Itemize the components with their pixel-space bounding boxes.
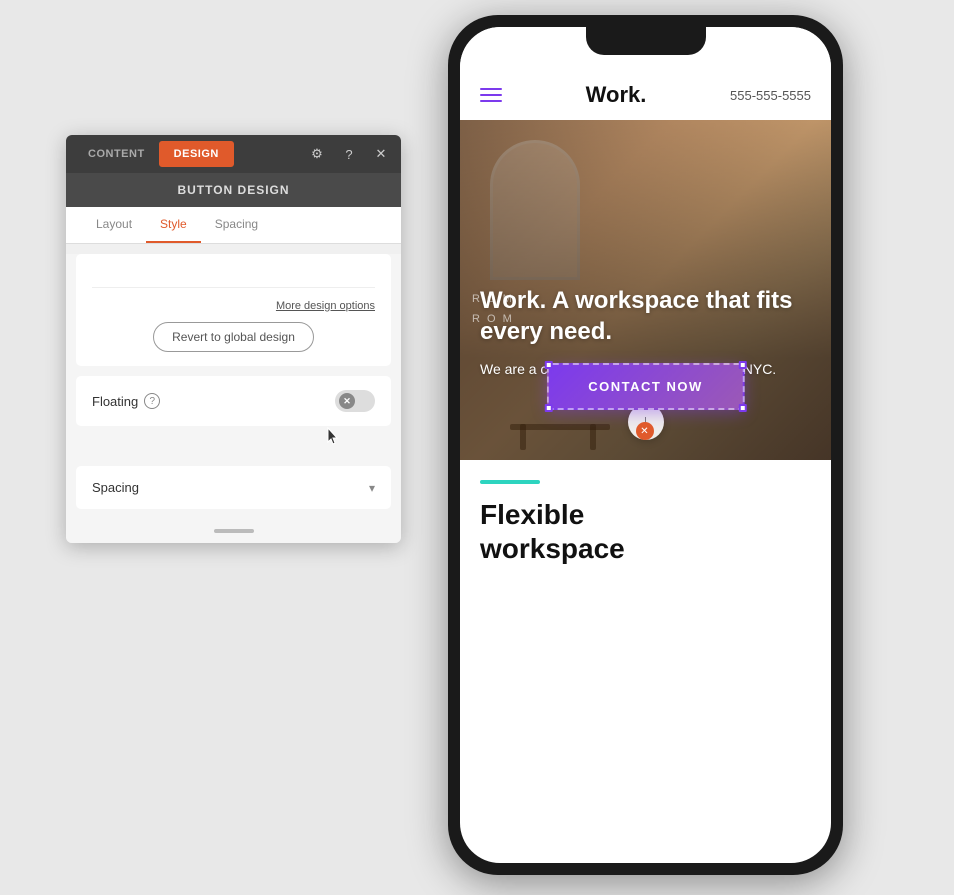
toggle-off-indicator: ✕ xyxy=(339,393,355,409)
panel-bottom-bar xyxy=(66,519,401,543)
selection-handle-tl xyxy=(544,361,552,369)
phone-body: Work. 555-555-5555 xyxy=(448,15,843,875)
panel-subtab-bar: Layout Style Spacing xyxy=(66,207,401,244)
spacing-accordion-header[interactable]: Spacing ▾ xyxy=(76,466,391,509)
site-logo: Work. xyxy=(586,82,647,108)
phone-notch xyxy=(586,27,706,55)
selection-handle-tr xyxy=(739,361,747,369)
phone-wrapper: Work. 555-555-5555 xyxy=(448,15,843,875)
help-icon[interactable]: ? xyxy=(337,142,361,166)
floating-label-text: Floating xyxy=(92,394,138,409)
toggle-switch[interactable]: ✕ xyxy=(335,390,375,412)
hamburger-icon[interactable] xyxy=(480,88,502,102)
content-section: Flexible workspace xyxy=(460,460,831,585)
panel-body: More design options Revert to global des… xyxy=(66,254,401,543)
chevron-down-icon: ▾ xyxy=(369,481,375,495)
subtab-style[interactable]: Style xyxy=(146,207,201,243)
revert-global-design-button[interactable]: Revert to global design xyxy=(153,322,314,352)
design-panel: CONTENT DESIGN ⚙ ? ✕ BUTTON DESIGN Layou… xyxy=(66,135,401,543)
spacing-accordion-label: Spacing xyxy=(92,480,139,495)
spacing-accordion: Spacing ▾ xyxy=(76,466,391,509)
toggle-track: ✕ xyxy=(335,390,375,412)
panel-icon-group: ⚙ ? ✕ xyxy=(305,142,393,166)
phone-scrollable: Work. 555-555-5555 xyxy=(460,27,831,863)
panel-tab-bar: CONTENT DESIGN ⚙ ? ✕ xyxy=(66,135,401,173)
floating-toggle[interactable]: ✕ xyxy=(335,390,375,412)
drag-handle xyxy=(214,529,254,533)
hero-title: Work. A workspace that fits every need. xyxy=(480,285,811,347)
panel-title: BUTTON DESIGN xyxy=(66,173,401,207)
content-heading-line1: Flexible xyxy=(480,498,811,532)
contact-now-button[interactable]: CONTACT NOW xyxy=(546,363,744,410)
content-heading-line2: workspace xyxy=(480,532,811,566)
floating-section: Floating ? ✕ xyxy=(76,376,391,426)
site-phone-number: 555-555-5555 xyxy=(730,88,811,103)
design-options-section: More design options Revert to global des… xyxy=(76,254,391,366)
phone-screen: Work. 555-555-5555 xyxy=(460,27,831,863)
subtab-spacing[interactable]: Spacing xyxy=(201,207,272,243)
subtab-layout[interactable]: Layout xyxy=(82,207,146,243)
floating-help-icon[interactable]: ? xyxy=(144,393,160,409)
close-icon[interactable]: ✕ xyxy=(369,142,393,166)
teal-accent-line xyxy=(480,480,540,484)
hero-section: R O M R O M Work. A workspace that fits … xyxy=(460,120,831,460)
design-options-link[interactable]: More design options xyxy=(92,300,375,322)
settings-icon[interactable]: ⚙ xyxy=(305,142,329,166)
cta-close-button[interactable]: ✕ xyxy=(636,422,654,440)
tab-design[interactable]: DESIGN xyxy=(159,141,234,167)
tab-content[interactable]: CONTENT xyxy=(74,142,159,166)
cursor-indicator xyxy=(326,426,340,446)
selection-handle-br xyxy=(739,404,747,412)
selection-handle-bl xyxy=(544,404,552,412)
floating-label-group: Floating ? xyxy=(92,393,160,409)
